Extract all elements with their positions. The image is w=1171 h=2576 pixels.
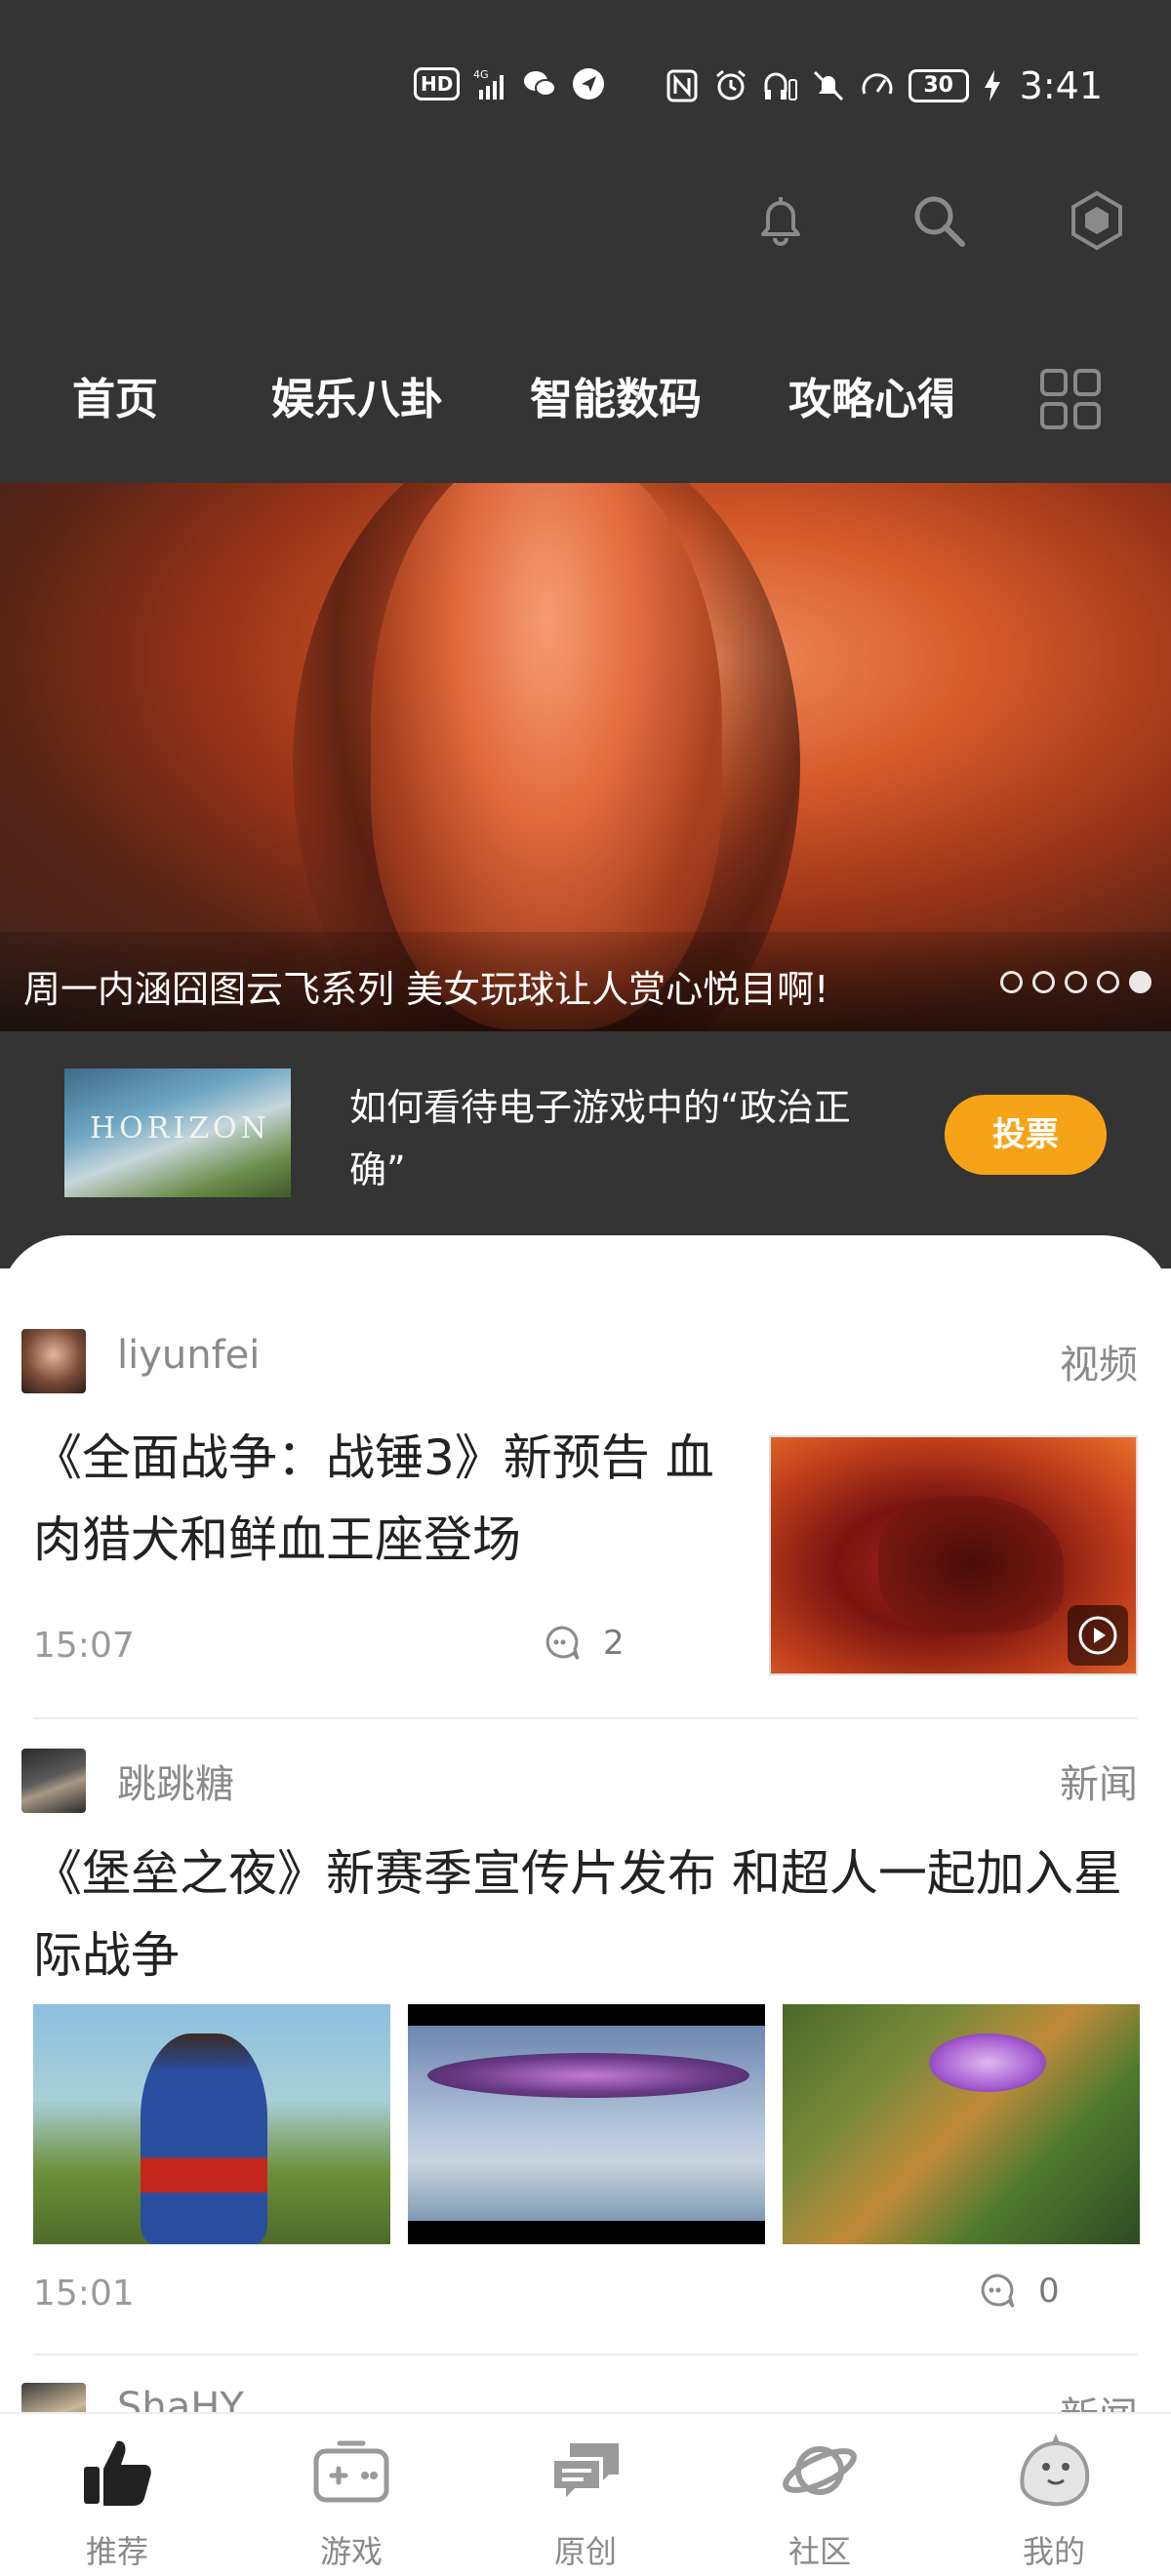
- carousel-dot[interactable]: [1032, 971, 1055, 993]
- poll-strip: HORIZON 如何看待电子游戏中的“政治正确” 投票: [0, 1031, 1171, 1236]
- comment-count-value: 0: [1038, 2272, 1060, 2311]
- grid-icon: [1040, 369, 1101, 429]
- comment-icon: [545, 1626, 580, 1660]
- post-type: 视频: [1060, 1343, 1138, 1388]
- nav-recommend-label: 推荐: [85, 2533, 148, 2570]
- post-image[interactable]: [408, 2004, 765, 2244]
- comment-count-value: 2: [603, 1624, 625, 1663]
- avatar[interactable]: [21, 1329, 86, 1393]
- news-feed: liyunfei 视频 《全面战争：战锤3》新预告 血肉猎犬和鲜血王座登场 15…: [0, 1235, 1171, 2576]
- tab-guides[interactable]: 攻略心得: [788, 361, 952, 439]
- comment-icon: [981, 2274, 1015, 2308]
- mute-bell-icon: [811, 68, 846, 103]
- video-thumbnail[interactable]: [769, 1435, 1138, 1675]
- nav-community[interactable]: 社区: [747, 2430, 893, 2572]
- post-image-subject: [141, 2033, 267, 2244]
- search-button[interactable]: [904, 185, 974, 256]
- signal-icon: 4G: [473, 66, 508, 101]
- post-time: 15:01: [33, 2274, 135, 2314]
- nav-recommend[interactable]: 推荐: [44, 2430, 190, 2572]
- charging-icon: [983, 68, 1002, 103]
- wechat-icon: [522, 66, 557, 101]
- tab-entertainment[interactable]: 娱乐八卦: [271, 361, 443, 439]
- bottom-navigation: 推荐 游戏 原创 社区 我的: [0, 2412, 1171, 2576]
- post-image-subject: [929, 2033, 1046, 2092]
- status-left-group: HD 4G: [414, 66, 606, 101]
- gamepad-icon: [313, 2440, 389, 2503]
- carousel-dot-active[interactable]: [1129, 971, 1151, 993]
- nav-games-label: 游戏: [319, 2533, 383, 2570]
- post-image[interactable]: [33, 2004, 390, 2244]
- headphones-battery-icon: [762, 68, 797, 103]
- comment-count[interactable]: 2: [543, 1624, 625, 1663]
- poll-question[interactable]: 如何看待电子游戏中的“政治正确”: [349, 1076, 896, 1201]
- avatar[interactable]: [21, 1749, 86, 1813]
- post-image-subject: [427, 2053, 749, 2098]
- vote-button[interactable]: 投票: [945, 1095, 1107, 1175]
- network-label: 4G: [473, 68, 489, 81]
- carousel-dot[interactable]: [1000, 971, 1023, 993]
- nav-profile-label: 我的: [1022, 2533, 1085, 2570]
- author-name[interactable]: 跳跳糖: [117, 1752, 234, 1809]
- mascot-icon: [1020, 2434, 1090, 2507]
- banner-caption-bar: 周一内涵囧图云飞系列 美女玩球让人赏心悦目啊!: [0, 932, 1171, 1031]
- divider: [33, 1717, 1138, 1719]
- bell-icon: [761, 197, 800, 246]
- post-image[interactable]: [783, 2004, 1140, 2244]
- nav-original[interactable]: 原创: [512, 2430, 659, 2572]
- play-icon: [1078, 1616, 1117, 1655]
- thumbs-up-icon: [84, 2440, 151, 2506]
- post-title[interactable]: 《堡垒之夜》新赛季宣传片发布 和超人一起加入星际战争: [33, 1832, 1155, 1996]
- divider: [33, 2354, 1138, 2355]
- banner-carousel[interactable]: 周一内涵囧图云飞系列 美女玩球让人赏心悦目啊!: [0, 483, 1171, 1031]
- post-title[interactable]: 《全面战争：战锤3》新预告 血肉猎犬和鲜血王座登场: [33, 1417, 716, 1581]
- all-categories-button[interactable]: [1038, 367, 1103, 431]
- hd-badge: HD: [414, 67, 461, 101]
- author-name[interactable]: liyunfei: [117, 1333, 260, 1378]
- play-button[interactable]: [1068, 1605, 1128, 1666]
- tab-digital[interactable]: 智能数码: [530, 361, 702, 439]
- nfc-icon: [665, 68, 700, 103]
- location-send-icon: [571, 66, 606, 101]
- header-actions: [746, 185, 1132, 256]
- banner-caption: 周一内涵囧图云飞系列 美女玩球让人赏心悦目啊!: [23, 968, 829, 1011]
- status-right-group: 30 3:41: [665, 64, 1103, 107]
- video-thumbnail-subject: [878, 1496, 1064, 1632]
- comment-count[interactable]: 0: [978, 2272, 1060, 2311]
- nav-community-label: 社区: [787, 2533, 851, 2570]
- clock: 3:41: [1019, 64, 1103, 107]
- notifications-button[interactable]: [746, 185, 816, 256]
- status-bar: HD 4G 30 3:41: [0, 0, 1171, 146]
- hexagon-settings-icon: [1071, 190, 1122, 251]
- battery-indicator: 30: [908, 69, 969, 102]
- nav-profile[interactable]: 我的: [981, 2430, 1127, 2572]
- settings-button[interactable]: [1062, 185, 1132, 256]
- carousel-dots: [1000, 971, 1151, 993]
- carousel-dot[interactable]: [1097, 971, 1119, 993]
- category-tabs: 首页 娱乐八卦 智能数码 攻略心得: [0, 361, 1171, 459]
- poll-thumbnail-logo: HORIZON: [90, 1111, 270, 1146]
- post-time: 15:07: [33, 1626, 135, 1666]
- nav-original-label: 原创: [553, 2533, 617, 2570]
- poll-thumbnail[interactable]: HORIZON: [64, 1068, 291, 1197]
- search-icon: [914, 196, 965, 247]
- chat-bubbles-icon: [550, 2443, 619, 2507]
- carousel-dot[interactable]: [1065, 971, 1087, 993]
- planet-icon: [783, 2446, 857, 2495]
- nav-games[interactable]: 游戏: [278, 2430, 424, 2572]
- tab-home[interactable]: 首页: [72, 361, 158, 439]
- post-type: 新闻: [1060, 1762, 1138, 1807]
- speed-icon: [860, 68, 895, 103]
- alarm-icon: [713, 68, 748, 103]
